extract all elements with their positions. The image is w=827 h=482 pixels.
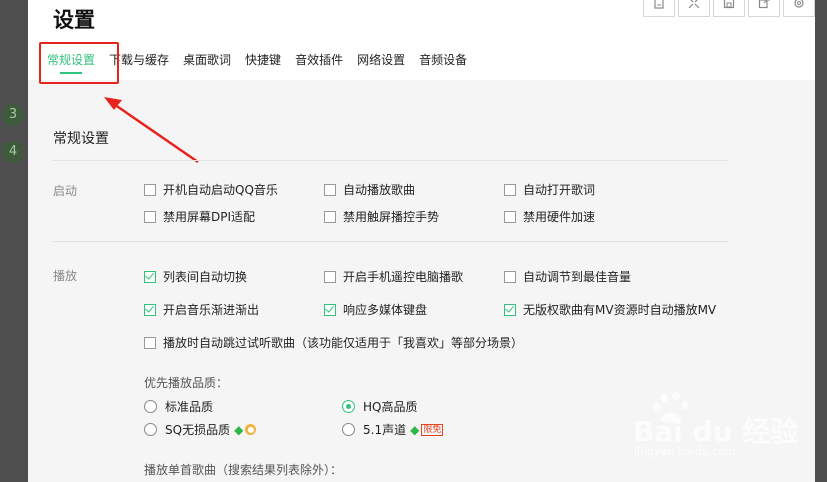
section-title: 常规设置 (53, 131, 109, 147)
checkbox-checked[interactable] (504, 303, 516, 316)
limited-free-badge: 限免 (421, 423, 444, 436)
checkbox[interactable] (504, 210, 516, 223)
checkbox[interactable] (504, 183, 516, 196)
startup-option-autostart[interactable]: 开机自动启动QQ音乐 (144, 181, 278, 198)
option-label: 禁用屏幕DPI适配 (163, 210, 256, 224)
option-label: 开启手机遥控电脑播歌 (343, 270, 464, 284)
checkbox[interactable] (324, 183, 336, 196)
option-label: 标准品质 (165, 400, 214, 414)
save-button[interactable] (713, 0, 745, 17)
radio-button[interactable] (144, 423, 157, 436)
playback-option-auto-mv[interactable]: 无版权歌曲有MV资源时自动播放MV (504, 301, 716, 318)
option-label: SQ无损品质 (165, 423, 231, 437)
dialog-header: 设置 常规设置 下载与缓存 桌面歌词 快捷键 音效插件 网络设置 音频设备 (28, 0, 815, 84)
playback-group-label: 播放 (53, 269, 78, 283)
option-label: 响应多媒体键盘 (343, 303, 428, 317)
quality-option-standard[interactable]: 标准品质 (144, 398, 213, 415)
playback-option-auto-volume[interactable]: 自动调节到最佳音量 (504, 268, 631, 285)
radio-button[interactable] (342, 423, 355, 436)
option-label: 开机自动启动QQ音乐 (163, 183, 278, 197)
checkbox[interactable] (324, 270, 336, 283)
background-number-badge: 4 (2, 141, 24, 163)
playback-option-fade[interactable]: 开启音乐渐进渐出 (144, 301, 259, 318)
tab-shortcuts[interactable]: 快捷键 (238, 50, 288, 72)
checkbox[interactable] (144, 210, 156, 223)
checkbox-checked[interactable] (144, 270, 156, 283)
mini-mode-icon (654, 0, 664, 9)
radio-button-checked[interactable] (342, 400, 355, 413)
single-song-label: 播放单首歌曲（搜索结果列表除外）： (144, 463, 343, 477)
checkbox-checked[interactable] (144, 303, 156, 316)
quality-option-sq[interactable]: SQ无损品质 ◆ ● (144, 421, 257, 438)
shrink-button[interactable] (678, 0, 710, 17)
save-icon (723, 0, 735, 9)
option-label: 禁用触屏播控手势 (343, 210, 440, 224)
quality-option-5-1[interactable]: 5.1声道 ◆ 限免 (342, 421, 444, 438)
checkbox[interactable] (144, 183, 156, 196)
playback-option-list-switch[interactable]: 列表间自动切换 (144, 268, 247, 285)
vip-diamond-icon: ◆ (410, 422, 420, 437)
checkbox[interactable] (504, 270, 516, 283)
tab-network[interactable]: 网络设置 (350, 50, 412, 72)
coin-icon: ● (245, 424, 257, 435)
startup-option-open-lyrics[interactable]: 自动打开歌词 (504, 181, 595, 198)
startup-option-disable-touch[interactable]: 禁用触屏播控手势 (324, 208, 439, 225)
playback-option-media-keys[interactable]: 响应多媒体键盘 (324, 301, 427, 318)
option-label: 禁用硬件加速 (523, 210, 596, 224)
option-label: 开启音乐渐进渐出 (163, 303, 260, 317)
option-label: HQ高品质 (363, 400, 418, 414)
option-label: 5.1声道 (363, 423, 407, 437)
quality-option-hq[interactable]: HQ高品质 (342, 398, 417, 415)
option-label: 自动调节到最佳音量 (523, 270, 632, 284)
highlight-box (39, 42, 119, 84)
tab-audio-device[interactable]: 音频设备 (412, 50, 474, 72)
vip-diamond-icon: ◆ (234, 422, 244, 437)
dialog-title: 设置 (53, 8, 95, 32)
shrink-icon (688, 0, 700, 9)
checkbox[interactable] (324, 210, 336, 223)
mini-mode-button[interactable] (643, 0, 675, 17)
tab-audio-plugins[interactable]: 音效插件 (288, 50, 350, 72)
startup-group-label: 启动 (53, 184, 78, 198)
watermark-brand: Bai du 经验 (633, 415, 799, 448)
option-label: 播放时自动跳过试听歌曲（该功能仅适用于「我喜欢」等部分场景） (163, 336, 524, 350)
radio-button[interactable] (144, 400, 157, 413)
option-label: 无版权歌曲有MV资源时自动播放MV (523, 303, 717, 317)
gear-icon (794, 0, 804, 8)
startup-option-disable-hw-accel[interactable]: 禁用硬件加速 (504, 208, 595, 225)
watermark-url: jingyan.baidu.com (634, 445, 736, 458)
option-label: 自动播放歌曲 (343, 183, 416, 197)
external-link-icon (758, 0, 770, 9)
annotation-arrow (104, 97, 199, 164)
window-controls (640, 0, 815, 17)
playback-option-phone-remote[interactable]: 开启手机遥控电脑播歌 (324, 268, 463, 285)
checkbox[interactable] (144, 336, 156, 349)
group-divider (53, 241, 728, 242)
checkbox-checked[interactable] (324, 303, 336, 316)
tab-desktop-lyrics[interactable]: 桌面歌词 (176, 50, 238, 72)
option-label: 列表间自动切换 (163, 270, 248, 284)
section-divider (53, 160, 728, 161)
settings-gear-button[interactable] (783, 0, 815, 17)
startup-option-autoplay[interactable]: 自动播放歌曲 (324, 181, 415, 198)
quality-label: 优先播放品质： (144, 376, 229, 390)
playback-option-skip-preview[interactable]: 播放时自动跳过试听歌曲（该功能仅适用于「我喜欢」等部分场景） (144, 334, 523, 351)
startup-option-disable-dpi[interactable]: 禁用屏幕DPI适配 (144, 208, 255, 225)
external-link-button[interactable] (748, 0, 780, 17)
background-number-badge: 3 (2, 104, 24, 126)
option-label: 自动打开歌词 (523, 183, 596, 197)
